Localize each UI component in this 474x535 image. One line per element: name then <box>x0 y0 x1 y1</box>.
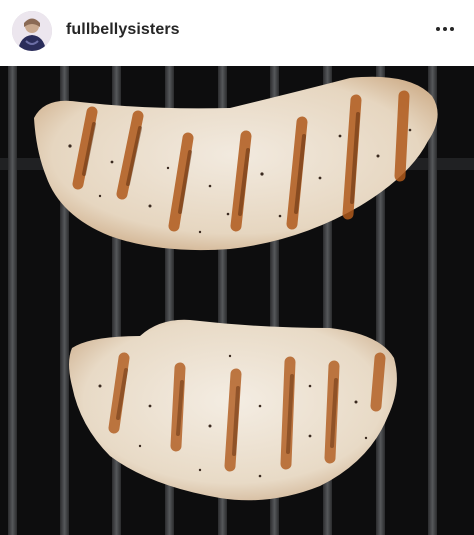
grilled-chicken-image <box>0 66 474 535</box>
post-photo[interactable] <box>0 66 474 535</box>
username[interactable]: fullbellysisters <box>66 21 180 39</box>
more-options-icon[interactable] <box>434 18 456 40</box>
avatar[interactable] <box>12 11 52 51</box>
profile-avatar-icon <box>12 11 52 51</box>
instagram-post: fullbellysisters <box>0 0 474 535</box>
post-header: fullbellysisters <box>0 0 474 64</box>
